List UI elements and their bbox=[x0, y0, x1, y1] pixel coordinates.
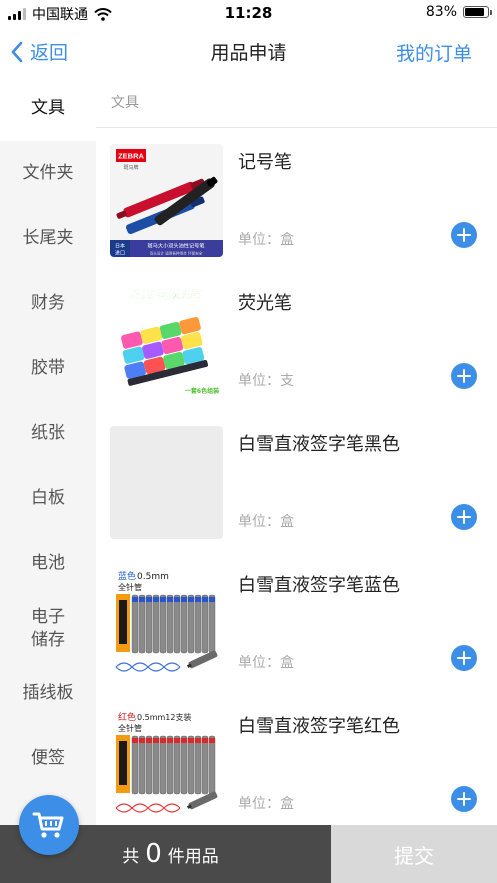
zebra-brand-sub: 斑马牌 bbox=[123, 164, 138, 171]
sidebar-item-label: 财务 bbox=[31, 293, 65, 313]
image-headline: 经典斜塔荧光笔 bbox=[131, 288, 201, 301]
image-banner: 斑马大小双头油性记号笔 bbox=[147, 242, 204, 250]
sidebar-item-power-strip[interactable]: 插线板 bbox=[0, 661, 96, 726]
sidebar-item-label: 电池 bbox=[31, 553, 65, 573]
marker-product-image: ZEBRA 斑马牌 日本 进口 斑马大小双头油性记号笔 双头设计 适用各种场合 … bbox=[110, 144, 223, 257]
section-title: 文具 bbox=[111, 94, 139, 111]
product-name: 记号笔 bbox=[238, 152, 292, 173]
battery-icon bbox=[463, 6, 492, 18]
category-sidebar: 文具 文件夹 长尾夹 财务 胶带 纸张 白板 电池 电子 储存 插线板 便签 bbox=[0, 76, 96, 825]
product-name: 白雪直液签字笔黑色 bbox=[238, 434, 400, 455]
status-bar: 中国联通 11:28 83% bbox=[0, 0, 497, 26]
svg-text:进口: 进口 bbox=[115, 250, 125, 257]
image-color-word: 蓝色 bbox=[118, 570, 136, 582]
sidebar-item-label: 胶带 bbox=[31, 358, 65, 378]
product-image-highlighter: 经典斜塔荧光笔 一套6色组装 bbox=[110, 285, 223, 398]
back-label: 返回 bbox=[30, 42, 69, 64]
image-color-word: 红色 bbox=[118, 711, 136, 723]
product-item: ZEBRA 斑马牌 日本 进口 斑马大小双头油性记号笔 双头设计 适用各种场合 … bbox=[96, 128, 497, 269]
submit-button[interactable]: 提交 bbox=[331, 825, 497, 883]
sidebar-item-label: 文件夹 bbox=[22, 163, 74, 183]
cart-summary-suffix: 件用品 bbox=[167, 846, 219, 867]
product-image-placeholder bbox=[110, 426, 223, 539]
add-to-cart-button[interactable] bbox=[451, 504, 477, 530]
highlighter-product-image: 经典斜塔荧光笔 一套6色组装 bbox=[110, 285, 223, 398]
product-unit: 单位：盒 bbox=[238, 796, 294, 812]
product-image-marker: ZEBRA 斑马牌 日本 进口 斑马大小双头油性记号笔 双头设计 适用各种场合 … bbox=[110, 144, 223, 257]
cart-count: 0 bbox=[145, 839, 162, 869]
sidebar-item-whiteboard[interactable]: 白板 bbox=[0, 466, 96, 531]
product-item: 蓝色 0.5mm 全针管 白雪直液签字笔蓝色 单位：盒 bbox=[96, 551, 497, 692]
product-unit: 单位：盒 bbox=[238, 232, 294, 248]
sidebar-item-label: 电子 储存 bbox=[31, 606, 65, 650]
product-image-blue-pen: 蓝色 0.5mm 全针管 bbox=[110, 567, 223, 680]
sidebar-item-binder-clips[interactable]: 长尾夹 bbox=[0, 206, 96, 271]
zebra-brand: ZEBRA bbox=[118, 152, 144, 161]
sidebar-item-electronic-storage[interactable]: 电子 储存 bbox=[0, 596, 96, 661]
product-unit: 单位：盒 bbox=[238, 655, 294, 671]
shopping-cart-icon bbox=[32, 812, 64, 838]
sidebar-item-label: 便签 bbox=[31, 748, 65, 768]
image-type: 全针管 bbox=[118, 582, 142, 592]
cart-summary-prefix: 共 bbox=[122, 846, 140, 867]
sidebar-item-sticky-notes[interactable]: 便签 bbox=[0, 726, 96, 791]
section-header: 文具 bbox=[96, 76, 497, 128]
status-time: 11:28 bbox=[224, 4, 273, 22]
image-type: 全针管 bbox=[118, 723, 142, 733]
image-tagline: 双头设计 适用各种场合 环保安全 bbox=[150, 251, 203, 256]
product-item: 红色 0.5mm12支装 全针管 白雪直液签字笔红色 单位：盒 bbox=[96, 692, 497, 825]
add-to-cart-button[interactable] bbox=[451, 363, 477, 389]
chevron-left-icon bbox=[11, 41, 23, 62]
product-item: 白雪直液签字笔黑色 单位：盒 bbox=[96, 410, 497, 551]
product-list-panel: 文具 ZEBRA 斑马牌 日本 进口 斑马大小双头油性记号笔 双头设计 适用各种… bbox=[96, 76, 497, 825]
add-to-cart-button[interactable] bbox=[451, 786, 477, 812]
red-pen-product-image: 红色 0.5mm12支装 全针管 bbox=[110, 708, 223, 821]
image-caption: 一套6色组装 bbox=[185, 387, 219, 395]
product-name: 荧光笔 bbox=[238, 293, 292, 314]
cart-button[interactable] bbox=[19, 795, 79, 855]
sidebar-item-label: 插线板 bbox=[22, 683, 74, 703]
sidebar-item-label: 白板 bbox=[31, 488, 65, 508]
product-unit: 单位：支 bbox=[238, 373, 294, 389]
image-spec: 0.5mm bbox=[137, 572, 169, 582]
sidebar-item-label: 文具 bbox=[31, 98, 65, 118]
battery-percent: 83% bbox=[425, 4, 457, 20]
product-name: 白雪直液签字笔蓝色 bbox=[238, 575, 400, 596]
sidebar-item-finance[interactable]: 财务 bbox=[0, 271, 96, 336]
add-to-cart-button[interactable] bbox=[451, 222, 477, 248]
image-spec: 0.5mm12支装 bbox=[137, 712, 192, 722]
sidebar-item-batteries[interactable]: 电池 bbox=[0, 531, 96, 596]
sidebar-item-paper[interactable]: 纸张 bbox=[0, 401, 96, 466]
product-name: 白雪直液签字笔红色 bbox=[238, 716, 400, 737]
navigation-bar: 返回 用品申请 我的订单 bbox=[0, 26, 497, 76]
image-corner-tag: 日本 bbox=[115, 243, 125, 250]
blue-pen-product-image: 蓝色 0.5mm 全针管 bbox=[110, 567, 223, 680]
sidebar-item-tape[interactable]: 胶带 bbox=[0, 336, 96, 401]
add-to-cart-button[interactable] bbox=[451, 645, 477, 671]
status-right: 83% bbox=[425, 4, 492, 20]
product-item: 经典斜塔荧光笔 一套6色组装 荧光笔 单位：支 bbox=[96, 269, 497, 410]
product-unit: 单位：盒 bbox=[238, 514, 294, 530]
sidebar-item-label: 长尾夹 bbox=[22, 228, 74, 248]
sidebar-item-label: 纸张 bbox=[31, 423, 65, 443]
back-button[interactable]: 返回 bbox=[10, 38, 68, 65]
product-image-red-pen: 红色 0.5mm12支装 全针管 bbox=[110, 708, 223, 821]
my-orders-button[interactable]: 我的订单 bbox=[396, 39, 472, 66]
sidebar-item-stationery[interactable]: 文具 bbox=[0, 76, 96, 141]
sidebar-item-folders[interactable]: 文件夹 bbox=[0, 141, 96, 206]
